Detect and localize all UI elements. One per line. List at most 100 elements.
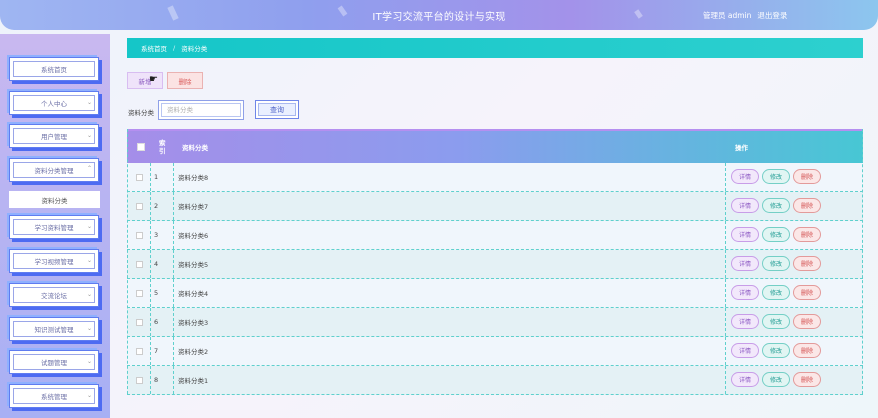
edit-button[interactable]: 修改 xyxy=(762,314,790,329)
table-row: 2 资料分类7 详情 修改 删除 xyxy=(127,192,863,221)
row-checkbox[interactable] xyxy=(132,308,146,336)
table-row: 4 资料分类5 详情 修改 删除 xyxy=(127,250,863,279)
row-checkbox[interactable] xyxy=(132,163,146,191)
user-info: 管理员 admin 退出登录 xyxy=(703,10,793,21)
delete-button[interactable]: 删除 xyxy=(793,227,821,242)
sidebar-item-study-materials[interactable]: 学习资料管理 ⌄ xyxy=(9,215,99,239)
top-header: IT学习交流平台的设计与实现 管理员 admin 退出登录 xyxy=(0,0,878,30)
sidebar-item-home[interactable]: 系统首页 xyxy=(9,57,99,81)
chevron-down-icon: ⌄ xyxy=(86,325,92,332)
sidebar-item-study-videos[interactable]: 学习视频管理 ⌄ xyxy=(9,249,99,273)
breadcrumb-current: 资料分类 xyxy=(181,45,208,53)
row-index: 2 xyxy=(154,202,159,210)
row-checkbox[interactable] xyxy=(132,192,146,220)
table-row: 8 资料分类1 详情 修改 删除 xyxy=(127,366,863,395)
row-checkbox[interactable] xyxy=(132,279,146,307)
select-all-checkbox[interactable] xyxy=(137,131,151,163)
sidebar-item-label: 学习资料管理 xyxy=(13,219,95,235)
sidebar-item-label: 试题管理 xyxy=(13,354,95,370)
edit-button[interactable]: 修改 xyxy=(762,227,790,242)
chevron-down-icon: ⌄ xyxy=(86,99,92,106)
edit-button[interactable]: 修改 xyxy=(762,198,790,213)
pointer-cursor-icon: ☛ xyxy=(149,74,158,85)
delete-button[interactable]: 删除 xyxy=(793,285,821,300)
edit-button[interactable]: 修改 xyxy=(762,285,790,300)
delete-button[interactable]: 删除 xyxy=(793,343,821,358)
sidebar-item-users[interactable]: 用户管理 ⌄ xyxy=(9,124,99,148)
category-search-input[interactable] xyxy=(158,100,244,120)
table-row: 1 资料分类8 详情 修改 删除 xyxy=(127,163,863,192)
row-index: 6 xyxy=(154,318,159,326)
row-category: 资料分类2 xyxy=(178,348,209,356)
detail-button[interactable]: 详情 xyxy=(731,227,759,242)
chevron-down-icon: ⌄ xyxy=(86,392,92,399)
row-checkbox[interactable] xyxy=(132,337,146,365)
detail-button[interactable]: 详情 xyxy=(731,314,759,329)
batch-delete-button[interactable]: 删除 xyxy=(167,72,203,89)
delete-button[interactable]: 删除 xyxy=(793,372,821,387)
row-checkbox[interactable] xyxy=(132,221,146,249)
row-index: 5 xyxy=(154,289,159,297)
sidebar-item-knowledge-test[interactable]: 知识测试管理 ⌄ xyxy=(9,317,99,341)
row-index: 7 xyxy=(154,347,159,355)
column-header-index: 索引 xyxy=(159,139,166,155)
delete-button[interactable]: 删除 xyxy=(793,256,821,271)
sidebar-subitem-category[interactable]: 资料分类 xyxy=(9,191,100,208)
sidebar-item-label: 个人中心 xyxy=(13,95,95,111)
sidebar-item-profile[interactable]: 个人中心 ⌄ xyxy=(9,91,99,115)
edit-button[interactable]: 修改 xyxy=(762,343,790,358)
detail-button[interactable]: 详情 xyxy=(731,285,759,300)
sidebar-item-label: 知识测试管理 xyxy=(13,321,95,337)
delete-button[interactable]: 删除 xyxy=(793,198,821,213)
detail-button[interactable]: 详情 xyxy=(731,372,759,387)
table-row: 5 资料分类4 详情 修改 删除 xyxy=(127,279,863,308)
chevron-down-icon: ⌄ xyxy=(86,358,92,365)
sidebar-item-label: 交流论坛 xyxy=(13,287,95,303)
sidebar-item-system[interactable]: 系统管理 ⌄ xyxy=(9,384,99,408)
row-index: 4 xyxy=(154,260,159,268)
sidebar-item-forum[interactable]: 交流论坛 ⌄ xyxy=(9,283,99,307)
row-category: 资料分类3 xyxy=(178,319,209,327)
category-table: 索引 资料分类 操作 1 资料分类8 详情 修改 删除 2 资料分类7 详情 修改 删除 3 资料分类… xyxy=(127,129,863,395)
table-header: 索引 资料分类 操作 xyxy=(127,129,863,163)
table-row: 6 资料分类3 详情 修改 删除 xyxy=(127,308,863,337)
table-row: 3 资料分类6 详情 修改 删除 xyxy=(127,221,863,250)
edit-button[interactable]: 修改 xyxy=(762,169,790,184)
detail-button[interactable]: 详情 xyxy=(731,198,759,213)
column-header-actions: 操作 xyxy=(735,144,748,152)
row-index: 1 xyxy=(154,173,159,181)
row-category: 资料分类8 xyxy=(178,174,209,182)
admin-label: 管理员 admin xyxy=(703,11,752,20)
row-category: 资料分类1 xyxy=(178,377,209,385)
edit-button[interactable]: 修改 xyxy=(762,372,790,387)
sidebar-item-label: 用户管理 xyxy=(13,128,95,144)
chevron-down-icon: ⌄ xyxy=(86,257,92,264)
breadcrumb-separator: / xyxy=(173,44,176,52)
logout-link[interactable]: 退出登录 xyxy=(757,11,787,20)
column-header-category: 资料分类 xyxy=(182,144,208,152)
edit-button[interactable]: 修改 xyxy=(762,256,790,271)
row-checkbox[interactable] xyxy=(132,366,146,394)
row-category: 资料分类5 xyxy=(178,261,209,269)
sidebar-item-questions[interactable]: 试题管理 ⌄ xyxy=(9,350,99,374)
row-category: 资料分类7 xyxy=(178,203,209,211)
row-category: 资料分类4 xyxy=(178,290,209,298)
detail-button[interactable]: 详情 xyxy=(731,256,759,271)
detail-button[interactable]: 详情 xyxy=(731,169,759,184)
sidebar-item-label: 资料分类管理 xyxy=(13,162,95,178)
sidebar-item-label: 系统管理 xyxy=(13,388,95,404)
breadcrumb-home[interactable]: 系统首页 xyxy=(141,43,167,53)
query-button[interactable]: 查询 xyxy=(255,100,299,119)
sidebar-item-label: 系统首页 xyxy=(13,61,95,77)
sidebar-item-category-management[interactable]: 资料分类管理 ⌃ xyxy=(9,158,99,182)
search-label: 资料分类 xyxy=(128,109,154,117)
chevron-down-icon: ⌄ xyxy=(86,291,92,298)
row-category: 资料分类6 xyxy=(178,232,209,240)
delete-button[interactable]: 删除 xyxy=(793,169,821,184)
delete-button[interactable]: 删除 xyxy=(793,314,821,329)
row-index: 3 xyxy=(154,231,159,239)
detail-button[interactable]: 详情 xyxy=(731,343,759,358)
row-index: 8 xyxy=(154,376,159,384)
sidebar-item-label: 学习视频管理 xyxy=(13,253,95,269)
row-checkbox[interactable] xyxy=(132,250,146,278)
